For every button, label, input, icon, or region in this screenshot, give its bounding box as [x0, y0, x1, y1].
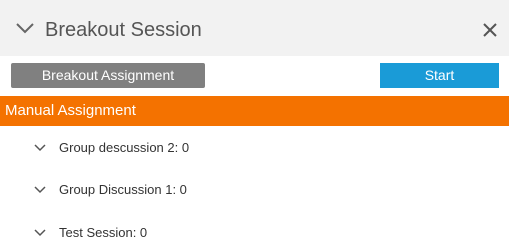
start-button[interactable]: Start — [380, 63, 499, 88]
chevron-down-icon[interactable] — [34, 186, 46, 194]
group-label: Group descussion 2: 0 — [59, 140, 190, 155]
manual-assignment-label: Manual Assignment — [5, 102, 136, 119]
breakout-assignment-button[interactable]: Breakout Assignment — [11, 63, 205, 88]
group-item[interactable]: Group descussion 2: 0 — [0, 134, 509, 164]
manual-assignment-bar[interactable]: Manual Assignment — [0, 96, 509, 126]
group-label: Test Session: 0 — [59, 225, 148, 240]
group-item[interactable]: Test Session: 0 — [0, 219, 509, 249]
group-label: Group Discussion 1: 0 — [59, 182, 187, 197]
chevron-down-icon[interactable] — [15, 21, 35, 35]
chevron-down-icon[interactable] — [34, 144, 46, 152]
panel-header: Breakout Session — [0, 0, 509, 56]
breakout-session-panel: Breakout Session Breakout Assignment Sta… — [0, 0, 509, 251]
chevron-down-icon[interactable] — [34, 229, 46, 237]
close-icon[interactable] — [482, 22, 498, 38]
panel-title: Breakout Session — [45, 19, 202, 41]
group-item[interactable]: Group Discussion 1: 0 — [0, 176, 509, 206]
